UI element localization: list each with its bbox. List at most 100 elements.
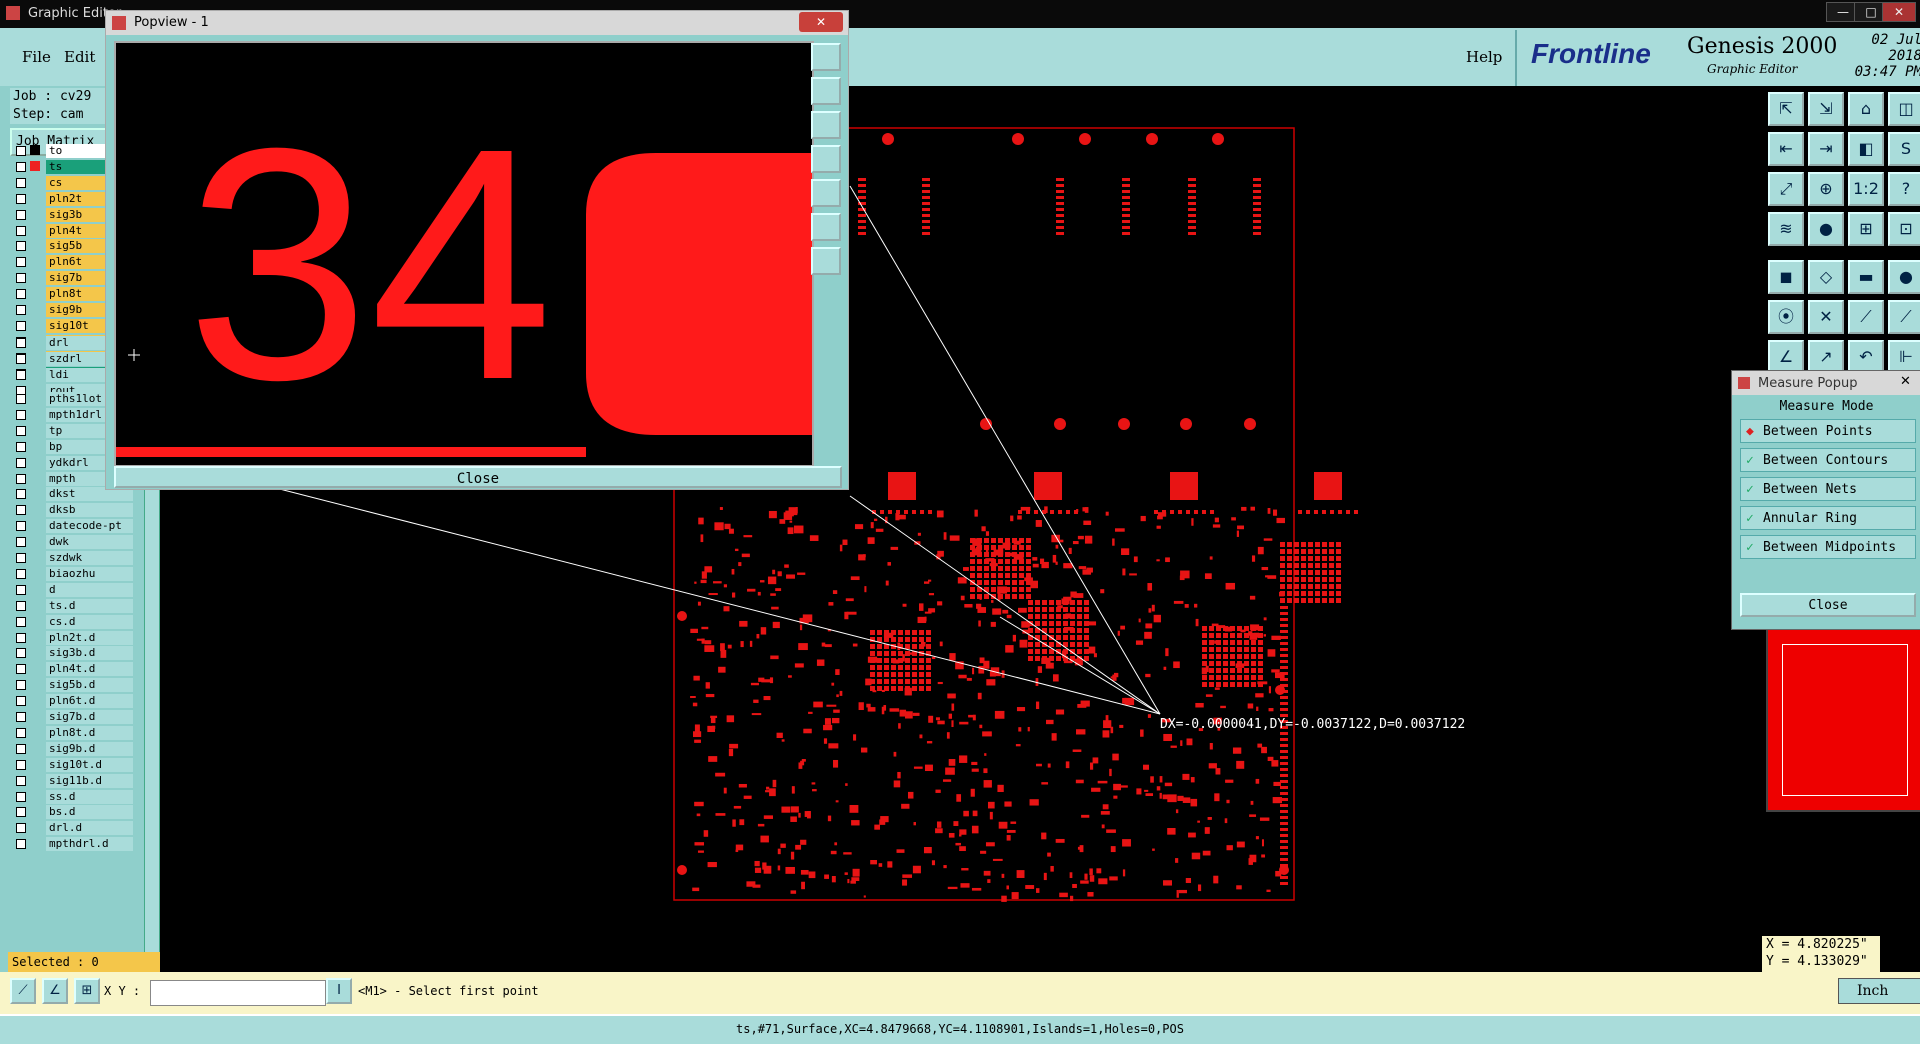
- measure-option[interactable]: ✓ Between Nets: [1740, 477, 1916, 501]
- layer-checkbox[interactable]: [16, 161, 26, 172]
- zoom-home-icon[interactable]: ⌂: [1848, 92, 1884, 126]
- angle-icon[interactable]: ∠: [42, 978, 68, 1004]
- layer-checkbox[interactable]: [16, 489, 26, 500]
- pan-left-icon[interactable]: ⇤: [1768, 132, 1804, 166]
- layer-checkbox[interactable]: [16, 696, 26, 707]
- layer-checkbox[interactable]: [16, 225, 26, 236]
- layer-row[interactable]: dwk: [12, 535, 133, 550]
- zoom-fit-icon[interactable]: [811, 43, 841, 71]
- layer-row[interactable]: mpthdrl.d: [12, 837, 133, 852]
- center-icon[interactable]: ⊕: [1808, 172, 1844, 206]
- cursor-icon[interactable]: I: [326, 978, 352, 1004]
- layer-row[interactable]: sig10t.d: [12, 757, 133, 772]
- layer-checkbox[interactable]: [16, 568, 26, 579]
- scale-icon[interactable]: 1:2: [1848, 172, 1884, 206]
- measure-option[interactable]: ✓ Between Contours: [1740, 448, 1916, 472]
- layer-checkbox[interactable]: [16, 177, 26, 188]
- layer-row[interactable]: pln4t.d: [12, 662, 133, 677]
- layer-row[interactable]: drl.d: [12, 821, 133, 836]
- snap-icon[interactable]: ⟋: [10, 978, 36, 1004]
- layer-checkbox[interactable]: [16, 505, 26, 516]
- layer-row[interactable]: sig5b.d: [12, 678, 133, 693]
- layer-row[interactable]: bs.d: [12, 805, 133, 820]
- layer-checkbox[interactable]: [16, 648, 26, 659]
- split-icon[interactable]: ◫: [1888, 92, 1920, 126]
- layer-checkbox[interactable]: [16, 759, 26, 770]
- pad-icon[interactable]: ◼: [1768, 260, 1804, 294]
- layer-checkbox[interactable]: [16, 441, 26, 452]
- close-window-button[interactable]: ✕: [1882, 2, 1916, 22]
- unit-selector[interactable]: Inch: [1838, 978, 1920, 1004]
- fit-icon[interactable]: ⤢: [1768, 172, 1804, 206]
- layer-checkbox[interactable]: [16, 289, 26, 300]
- popview-titlebar[interactable]: Popview - 1 ✕: [106, 11, 848, 35]
- overview-map[interactable]: [1766, 628, 1920, 812]
- layer-row[interactable]: sig11b.d: [12, 773, 133, 788]
- layer-checkbox[interactable]: [16, 680, 26, 691]
- pan-right-icon[interactable]: [811, 179, 841, 207]
- layer-checkbox[interactable]: [16, 369, 26, 380]
- net-select-icon[interactable]: ⊡: [1888, 212, 1920, 246]
- help-icon[interactable]: ?: [1888, 172, 1920, 206]
- node-icon[interactable]: ⦿: [1768, 300, 1804, 334]
- layer-row[interactable]: szdwk: [12, 551, 133, 565]
- layer-row[interactable]: biaozhu: [12, 566, 133, 581]
- menu-file[interactable]: File: [22, 48, 51, 66]
- dot-icon[interactable]: ●: [1888, 260, 1920, 294]
- pan-right-icon[interactable]: ⇥: [1808, 132, 1844, 166]
- undo-icon[interactable]: ↶: [1848, 340, 1884, 374]
- measure-icon[interactable]: ●: [1808, 212, 1844, 246]
- measure-option[interactable]: ◆ Between Points: [1740, 419, 1916, 443]
- snap-icon[interactable]: S: [1888, 132, 1920, 166]
- layer-checkbox[interactable]: [16, 521, 26, 532]
- layer-checkbox[interactable]: [16, 457, 26, 468]
- home-icon[interactable]: ⇱: [1768, 92, 1804, 126]
- slant-icon[interactable]: ⟋: [1848, 300, 1884, 334]
- measure-titlebar[interactable]: Measure Popup ✕: [1732, 371, 1920, 395]
- layer-checkbox[interactable]: [16, 727, 26, 738]
- shrink-icon[interactable]: [811, 213, 841, 241]
- slant2-icon[interactable]: ⟋: [1888, 300, 1920, 334]
- popview-close-button[interactable]: Close: [114, 466, 842, 488]
- layer-checkbox[interactable]: [16, 273, 26, 284]
- zoom-area-icon[interactable]: ⇲: [1808, 92, 1844, 126]
- layer-checkbox[interactable]: [16, 353, 26, 364]
- layer-row[interactable]: sig3b.d: [12, 646, 133, 661]
- angle-icon[interactable]: ∠: [1768, 340, 1804, 374]
- layer-checkbox[interactable]: [16, 241, 26, 252]
- net-icon[interactable]: ⊞: [1848, 212, 1884, 246]
- popview-close-icon[interactable]: ✕: [799, 12, 843, 32]
- layer-row[interactable]: ts.d: [12, 598, 133, 613]
- xy-input[interactable]: [150, 980, 326, 1006]
- layer-row[interactable]: cs.d: [12, 614, 133, 629]
- layer-checkbox[interactable]: [16, 807, 26, 818]
- pan-left-icon[interactable]: [811, 145, 841, 173]
- menu-edit[interactable]: Edit: [64, 48, 95, 66]
- shape-icon[interactable]: ◇: [1808, 260, 1844, 294]
- grid-icon[interactable]: ⊞: [74, 978, 100, 1004]
- layer-checkbox[interactable]: [16, 553, 26, 563]
- layer-checkbox[interactable]: [16, 473, 26, 484]
- layer-checkbox[interactable]: [16, 712, 26, 722]
- cross-icon[interactable]: ✕: [1808, 300, 1844, 334]
- layer-checkbox[interactable]: [16, 193, 26, 204]
- layer-row[interactable]: dksb: [12, 503, 133, 518]
- layer-checkbox[interactable]: [16, 394, 26, 404]
- expand-icon[interactable]: [811, 247, 841, 275]
- layer-row[interactable]: sig9b.d: [12, 741, 133, 756]
- measure-close-button[interactable]: Close: [1740, 593, 1916, 617]
- layer-row[interactable]: ss.d: [12, 789, 133, 804]
- layer-checkbox[interactable]: [16, 338, 26, 348]
- zoom-out-icon[interactable]: [811, 111, 841, 139]
- filter-icon[interactable]: ≋: [1768, 212, 1804, 246]
- layer-checkbox[interactable]: [16, 839, 26, 850]
- layer-checkbox[interactable]: [16, 743, 26, 754]
- layer-checkbox[interactable]: [16, 775, 26, 786]
- layer-checkbox[interactable]: [16, 791, 26, 802]
- layer-row[interactable]: sig7b.d: [12, 710, 133, 724]
- layer-row[interactable]: pln2t.d: [12, 630, 133, 645]
- measure-option[interactable]: ✓ Between Midpoints: [1740, 535, 1916, 559]
- layer-checkbox[interactable]: [16, 425, 26, 436]
- layer-checkbox[interactable]: [16, 320, 26, 331]
- layer-checkbox[interactable]: [16, 632, 26, 643]
